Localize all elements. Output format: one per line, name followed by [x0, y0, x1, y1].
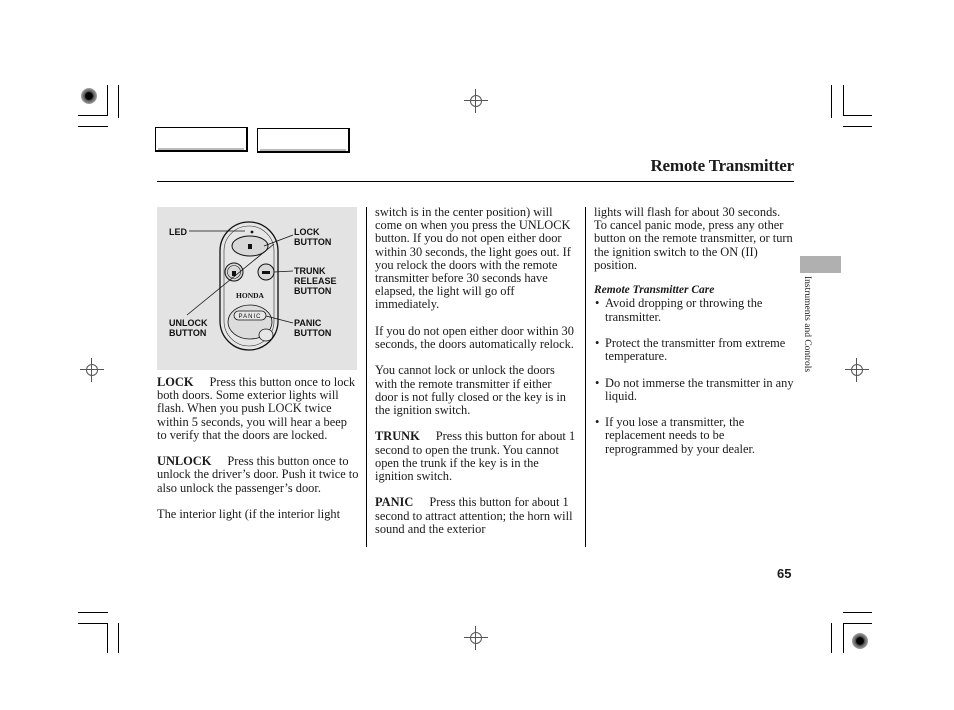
title-divider: [157, 181, 794, 182]
section-label: Instruments and Controls: [802, 276, 812, 373]
unlock-term: UNLOCK: [157, 454, 212, 469]
registration-target-icon: [852, 633, 868, 649]
brand-logo: HONDA: [236, 291, 265, 300]
nav-box-2[interactable]: [257, 128, 350, 153]
lock-limitation-paragraph: You cannot lock or unlock the doors with…: [375, 363, 566, 418]
column-1: LOCK Press this button once to lock both …: [157, 375, 359, 534]
crosshair-left-icon: [80, 358, 104, 382]
label-panic-button: PANIC BUTTON: [294, 318, 332, 338]
panic-paragraph: PANIC Press this button for about 1 secon…: [375, 495, 573, 536]
interior-light-paragraph: The interior light (if the interior ligh…: [157, 507, 341, 521]
column-2: switch is in the center position) will c…: [375, 205, 577, 549]
care-item: Protect the transmitter from extreme tem…: [594, 336, 794, 363]
trunk-term: TRUNK: [375, 429, 420, 444]
crosshair-right-icon: [845, 358, 869, 382]
unlock-paragraph: UNLOCK Press this button once to unlock t…: [157, 454, 359, 495]
registration-target-icon: [81, 88, 97, 104]
label-trunk-release-button: TRUNK RELEASE BUTTON: [294, 266, 337, 296]
column-3: lights will flash for about 30 seconds. …: [594, 205, 794, 469]
column-divider-2: [585, 207, 586, 547]
section-tab[interactable]: [800, 256, 841, 273]
led-indicator: [250, 230, 254, 234]
auto-relock-paragraph: If you do not open either door within 30…: [375, 323, 574, 352]
svg-text:PANIC: PANIC: [239, 314, 262, 320]
label-led: LED: [169, 227, 187, 237]
care-item: If you lose a transmitter, the replaceme…: [594, 416, 794, 456]
page-number: 65: [777, 566, 792, 581]
panic-term: PANIC: [375, 495, 414, 510]
page-title: Remote Transmitter: [650, 156, 794, 175]
crosshair-top-icon: [464, 89, 488, 113]
lock-term: LOCK: [157, 375, 194, 389]
trunk-paragraph: TRUNK Press this button for about 1 secon…: [375, 429, 576, 484]
remote-transmitter-figure: HONDA PANIC LED LOCK BUTTON TRUNK RELEAS…: [157, 207, 357, 370]
panic-continued: lights will flash for about 30 seconds. …: [594, 205, 793, 272]
label-lock-button: LOCK BUTTON: [294, 227, 332, 247]
nav-box-1[interactable]: [155, 127, 248, 152]
care-item: Do not immerse the transmitter in any li…: [594, 376, 794, 403]
care-list: Avoid dropping or throwing the transmitt…: [594, 297, 794, 455]
crosshair-bottom-icon: [464, 626, 488, 650]
column-divider-1: [366, 207, 367, 547]
label-unlock-button: UNLOCK BUTTON: [169, 318, 208, 338]
lock-paragraph: LOCK Press this button once to lock both …: [157, 375, 356, 442]
care-item: Avoid dropping or throwing the transmitt…: [594, 297, 794, 324]
interior-light-continued: switch is in the center position) will c…: [375, 205, 571, 312]
